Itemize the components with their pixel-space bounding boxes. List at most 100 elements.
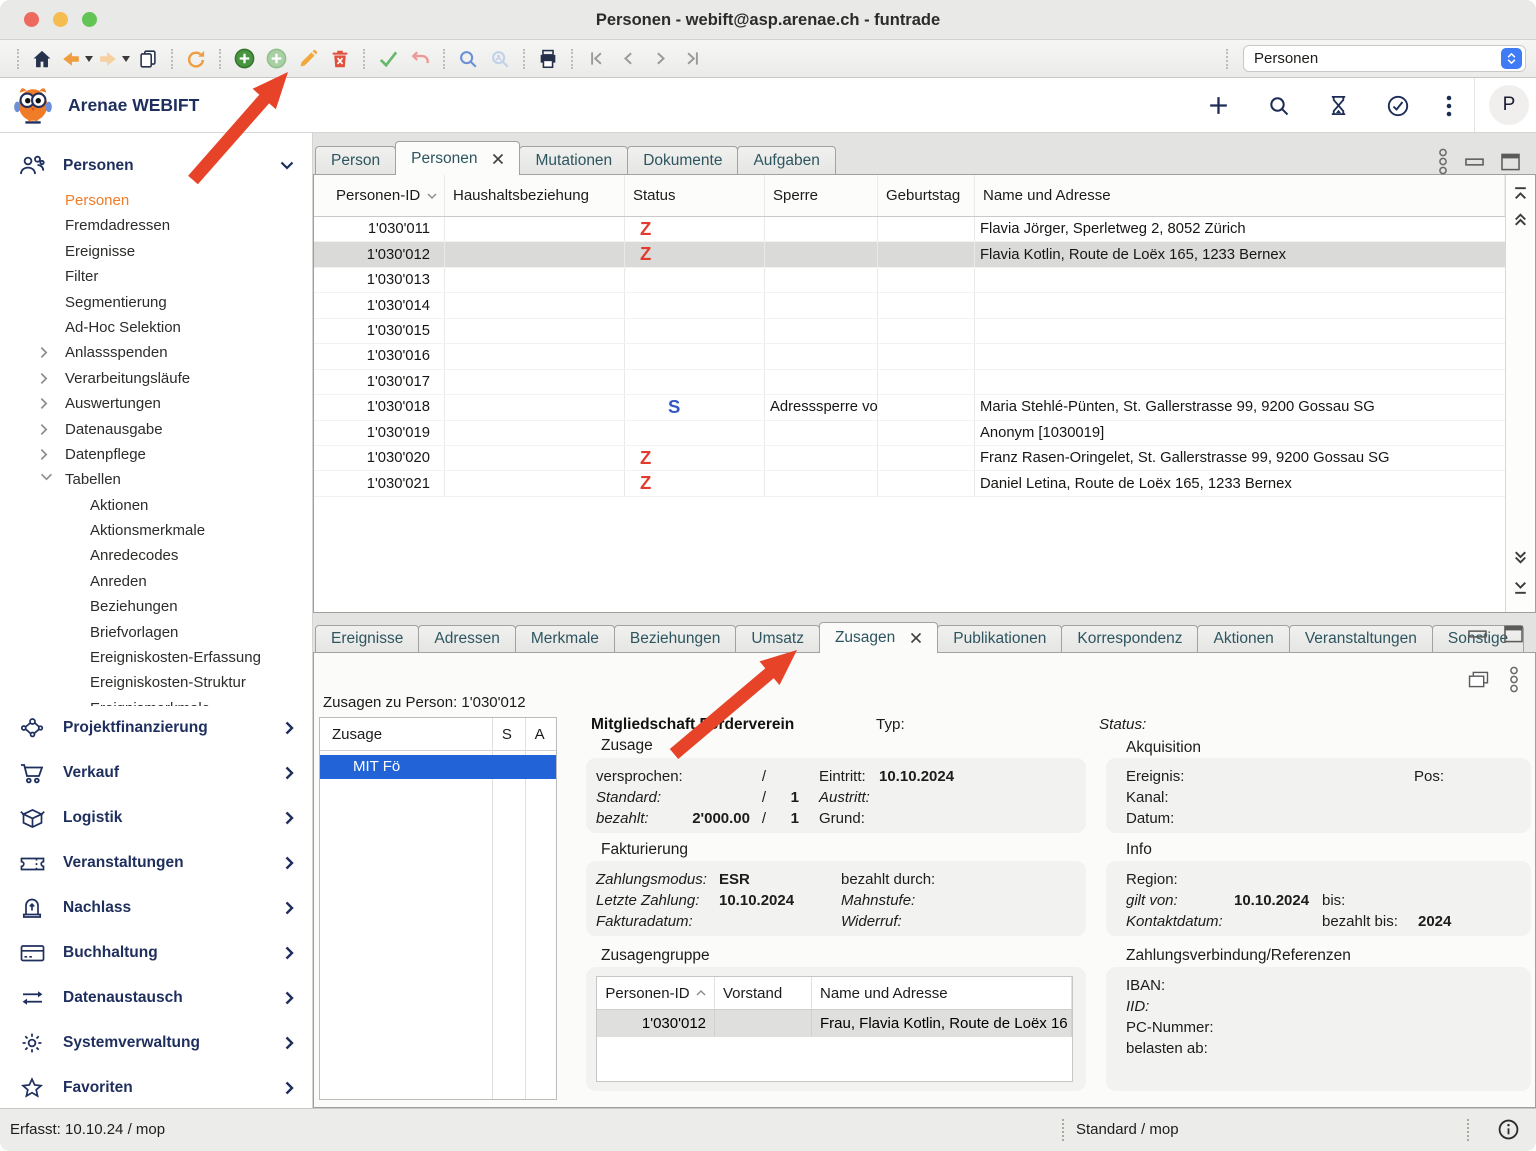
mini-column-header-name-und-adresse[interactable]: Name und Adresse (812, 977, 1072, 1009)
table-row[interactable]: 1'030'013 (314, 268, 1505, 293)
scroll-top-button[interactable] (1512, 185, 1529, 202)
table-row[interactable]: 1'030'012ZFlavia Kotlin, Route de Loëx 1… (314, 242, 1505, 267)
zoom-window-button[interactable] (82, 12, 97, 27)
sidebar-item-filter[interactable]: Filter (0, 264, 312, 289)
sidebar-item-ad-hoc-selektion[interactable]: Ad-Hoc Selektion (0, 315, 312, 340)
column-header-sperre[interactable]: Sperre (765, 175, 878, 216)
table-row[interactable]: 1'030'016 (314, 344, 1505, 369)
sidebar-item-anredecodes[interactable]: Anredecodes (0, 543, 312, 568)
sidebar-item-anlassspenden[interactable]: Anlassspenden (0, 340, 312, 365)
chevron-right-icon[interactable] (285, 1081, 294, 1095)
column-header-geburtstag[interactable]: Geburtstag (878, 175, 975, 216)
refresh-button[interactable] (182, 44, 210, 74)
back-button[interactable] (60, 44, 93, 74)
sidebar-section-personen[interactable]: Personen (0, 143, 312, 188)
undo-button[interactable] (406, 44, 434, 74)
info-icon[interactable] (1497, 1118, 1520, 1141)
chevron-right-icon[interactable] (285, 856, 294, 870)
table-row[interactable]: 1'030'017 (314, 370, 1505, 395)
detail-tab-publikationen[interactable]: Publikationen (937, 625, 1062, 653)
column-header-status[interactable]: Status (625, 175, 765, 216)
search-button[interactable] (1267, 94, 1291, 118)
zusage-list-row[interactable]: MIT Fö (320, 755, 556, 779)
sidebar-item-anreden[interactable]: Anreden (0, 569, 312, 594)
detail-tab-ereignisse[interactable]: Ereignisse (315, 625, 419, 653)
menu-panel-button[interactable] (1438, 148, 1448, 175)
minimize-panel-button[interactable] (1465, 157, 1484, 167)
document-tab-personen[interactable]: Personen (395, 141, 520, 175)
chevron-right-icon[interactable] (285, 946, 294, 960)
next-record-button[interactable] (646, 44, 674, 74)
chevron-right-icon[interactable] (285, 766, 294, 780)
home-button[interactable] (28, 44, 56, 74)
previous-record-button[interactable] (614, 44, 642, 74)
sidebar-item-aktionen[interactable]: Aktionen (0, 493, 312, 518)
minimize-panel-button[interactable] (1468, 629, 1487, 639)
sidebar-item-datenausgabe[interactable]: Datenausgabe (0, 417, 312, 442)
chevron-right-icon[interactable] (285, 811, 294, 825)
search-button[interactable] (454, 44, 482, 74)
table-scroll-strip[interactable] (1505, 175, 1535, 612)
sidebar-item-ereignisse[interactable]: Ereignisse (0, 239, 312, 264)
table-row[interactable]: 1'030'014 (314, 293, 1505, 318)
chevron-right-icon[interactable] (40, 346, 48, 359)
add-copy-button[interactable] (262, 44, 290, 74)
mini-table-row[interactable]: 1'030'012Frau, Flavia Kotlin, Route de L… (597, 1010, 1072, 1037)
minimize-window-button[interactable] (53, 12, 68, 27)
edit-button[interactable] (294, 44, 322, 74)
sidebar-item-ereigniskosten-erfassung[interactable]: Ereigniskosten-Erfassung (0, 645, 312, 670)
table-row[interactable]: 1'030'019Anonym [1030019] (314, 421, 1505, 446)
list-column-header-a[interactable]: A (523, 726, 556, 743)
chevron-right-icon[interactable] (40, 423, 48, 436)
first-record-button[interactable] (582, 44, 610, 74)
delete-button[interactable] (326, 44, 354, 74)
sidebar-item-segmentierung[interactable]: Segmentierung (0, 290, 312, 315)
detail-tab-umsatz[interactable]: Umsatz (735, 625, 820, 653)
document-tab-aufgaben[interactable]: Aufgaben (737, 146, 835, 175)
sidebar-item-aktionsmerkmale[interactable]: Aktionsmerkmale (0, 518, 312, 543)
sidebar-item-auswertungen[interactable]: Auswertungen (0, 391, 312, 416)
sidebar-item-ereigniskosten-struktur[interactable]: Ereigniskosten-Struktur (0, 670, 312, 695)
menu-button[interactable] (1446, 94, 1452, 118)
sidebar-section-projektfinanzierung[interactable]: Projektfinanzierung (0, 706, 312, 751)
add-button[interactable] (1206, 93, 1231, 118)
detail-tab-beziehungen[interactable]: Beziehungen (614, 625, 737, 653)
table-row[interactable]: 1'030'021ZDaniel Letina, Route de Loëx 1… (314, 471, 1505, 496)
sidebar-item-beziehungen[interactable]: Beziehungen (0, 594, 312, 619)
sidebar-item-personen[interactable]: Personen (0, 188, 312, 213)
layout-panel-button[interactable] (1468, 671, 1489, 688)
confirm-button[interactable] (374, 44, 402, 74)
avatar[interactable]: P (1489, 85, 1529, 125)
maximize-panel-button[interactable] (1504, 625, 1523, 643)
close-icon[interactable] (492, 153, 504, 165)
table-row[interactable]: 1'030'020ZFranz Rasen-Oringelet, St. Gal… (314, 446, 1505, 471)
column-header-personen-id[interactable]: Personen-ID (314, 175, 445, 216)
chevron-right-icon[interactable] (40, 372, 48, 385)
add-button[interactable] (230, 44, 258, 74)
last-record-button[interactable] (678, 44, 706, 74)
sidebar-section-buchhaltung[interactable]: Buchhaltung (0, 931, 312, 976)
scroll-bottom-button[interactable] (1512, 579, 1529, 596)
document-tab-person[interactable]: Person (315, 146, 396, 175)
print-button[interactable] (534, 44, 562, 74)
detail-tab-merkmale[interactable]: Merkmale (515, 625, 615, 653)
detail-tab-zusagen[interactable]: Zusagen (819, 622, 938, 653)
menu-panel-button[interactable] (1509, 666, 1519, 693)
sidebar-item-ereignismerkmale[interactable]: Ereignismerkmale (0, 696, 312, 706)
sidebar-item-datenpflege[interactable]: Datenpflege (0, 442, 312, 467)
sidebar-section-veranstaltungen[interactable]: Veranstaltungen (0, 841, 312, 886)
column-header-name-und-adresse[interactable]: Name und Adresse (975, 175, 1505, 216)
windows-button[interactable] (134, 44, 162, 74)
list-column-header-s[interactable]: S (491, 726, 524, 743)
page-down-button[interactable] (1512, 549, 1529, 566)
sidebar-item-briefvorlagen[interactable]: Briefvorlagen (0, 620, 312, 645)
chevron-right-icon[interactable] (285, 901, 294, 915)
mini-column-header-vorstand[interactable]: Vorstand (715, 977, 812, 1009)
detail-tab-veranstaltungen[interactable]: Veranstaltungen (1289, 625, 1433, 653)
chevron-right-icon[interactable] (40, 397, 48, 410)
select-stepper-icon[interactable] (1501, 48, 1522, 69)
sidebar-item-verarbeitungsl-ufe[interactable]: Verarbeitungsläufe (0, 366, 312, 391)
detail-tab-aktionen[interactable]: Aktionen (1197, 625, 1289, 653)
list-column-header-zusage[interactable]: Zusage (320, 726, 491, 743)
page-up-button[interactable] (1512, 211, 1529, 228)
